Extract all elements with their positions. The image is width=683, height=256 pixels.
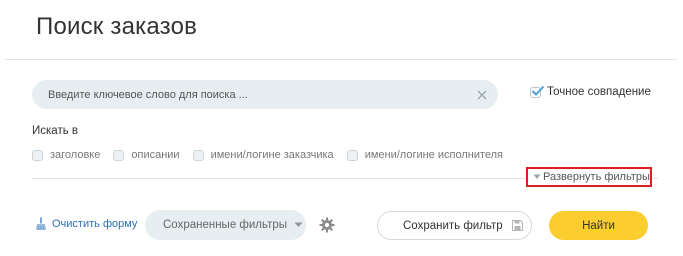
save-filter-label: Сохранить фильтр [403,219,503,232]
checkbox[interactable] [32,149,43,161]
option-label: имени/логине заказчика [210,149,334,161]
search-in-executor-option[interactable]: имени/логине исполнителя [346,149,504,161]
search-bar [32,80,498,109]
floppy-disk-icon [511,220,523,231]
search-in-description-option[interactable]: описании [113,149,180,161]
expand-filters-label: Развернуть фильтры [543,171,650,183]
exact-match-label: Точное совпадение [547,86,651,98]
search-in-customer-option[interactable]: имени/логине заказчика [192,149,334,161]
header-divider [5,59,677,60]
save-filter-button[interactable]: Сохранить фильтр [377,211,532,240]
exact-match-checkbox[interactable]: Точное совпадение [530,85,651,98]
caret-down-icon [294,222,303,228]
option-label: заголовке [50,149,101,161]
expand-filters-link[interactable]: Развернуть фильтры [526,167,652,187]
checkbox[interactable] [346,149,358,161]
checkbox[interactable] [113,149,125,161]
search-in-label: Искать в [32,125,79,137]
check-icon [531,85,545,96]
clear-form-label: Очистить форму [52,218,138,230]
saved-filters-label: Сохраненные фильтры [163,219,288,231]
find-label: Найти [582,219,615,232]
search-in-options: заголовке описании имени/логине заказчик… [32,149,516,161]
search-input[interactable] [32,80,478,109]
saved-filters-dropdown[interactable]: Сохраненные фильтры [145,210,306,240]
exact-match-box[interactable] [530,85,545,98]
option-label: описании [131,149,180,161]
find-button[interactable]: Найти [549,211,648,240]
clear-form-link[interactable]: Очистить форму [35,217,137,231]
checkbox[interactable] [192,149,204,161]
option-label: имени/логине исполнителя [364,149,504,161]
close-icon[interactable] [476,88,488,100]
page-title: Поиск заказов [36,13,198,40]
chevron-down-icon [533,174,541,180]
gear-icon[interactable] [319,217,335,238]
broom-icon [35,217,47,231]
search-in-title-option[interactable]: заголовке [32,149,100,161]
